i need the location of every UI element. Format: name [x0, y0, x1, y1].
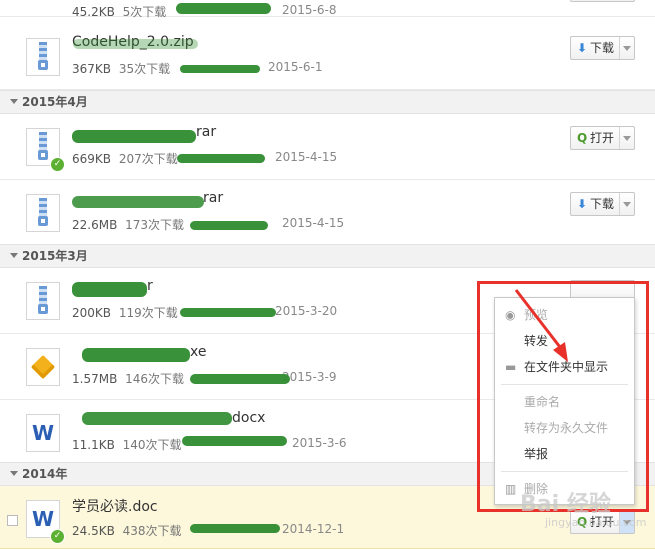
menu-separator [501, 471, 628, 472]
file-meta: 24.5KB 438次下载 2014-12-1 [72, 522, 344, 539]
redaction-mark [180, 308, 276, 317]
folder-icon: ▬ [505, 360, 517, 374]
file-name[interactable]: rar [203, 190, 223, 206]
download-count: 207次下载 [118, 152, 178, 166]
watermark-url: jingyan.baidu.com [545, 516, 647, 529]
file-name[interactable]: docx [232, 410, 265, 426]
group-header-2015-03[interactable]: 2015年3月 [0, 244, 655, 268]
menu-item-report[interactable]: 举报 [495, 442, 634, 466]
zip-file-icon [26, 282, 60, 320]
open-button[interactable]: Q 打开 [570, 126, 635, 150]
file-size: 367KB [72, 62, 112, 76]
menu-item-save-permanent[interactable]: 转存为永久文件 [495, 416, 634, 440]
download-count: 119次下载 [118, 306, 178, 320]
redaction-mark [190, 221, 268, 230]
download-button[interactable]: ⬇ 下载 [570, 36, 635, 60]
menu-item-show-in-folder[interactable]: ▬ 在文件夹中显示 [495, 355, 634, 379]
upload-date: 2015-6-1 [268, 60, 323, 74]
file-size: 11.1KB [72, 438, 115, 452]
file-size: 1.57MB [72, 372, 118, 386]
upload-date: 2015-6-8 [282, 3, 337, 17]
file-meta: 22.6MB 173次下载 2015-4-15 [72, 216, 344, 233]
context-menu: ◉ 预览 转发 ▬ 在文件夹中显示 重命名 转存为永久文件 举报 ▥ 删除 [494, 297, 635, 505]
file-name[interactable]: r [147, 278, 153, 294]
redaction-mark [72, 196, 204, 208]
row-checkbox[interactable] [7, 515, 18, 526]
collapse-triangle-icon[interactable] [10, 99, 18, 104]
download-button[interactable]: ⬇ 下载 [570, 192, 635, 216]
exe-file-icon [26, 348, 60, 386]
file-row[interactable]: 45.2KB 5次下载 2015-6-8 [0, 0, 655, 20]
chevron-down-icon[interactable] [619, 127, 634, 149]
redaction-mark [72, 282, 147, 297]
upload-date: 2015-3-9 [282, 370, 337, 384]
menu-item-preview[interactable]: ◉ 预览 [495, 303, 634, 327]
file-name[interactable]: xe [190, 344, 206, 360]
file-size: 22.6MB [72, 218, 118, 232]
file-size: 200KB [72, 306, 112, 320]
download-arrow-icon: ⬇ [577, 197, 588, 211]
zip-file-icon [26, 38, 60, 76]
file-size: 24.5KB [72, 524, 115, 538]
download-count: 5次下载 [122, 5, 167, 19]
file-meta: 11.1KB 140次下载 2015-3-6 [72, 436, 346, 453]
menu-item-forward[interactable]: 转发 [495, 329, 634, 353]
file-row[interactable]: CodeHelp_2.0.zip 367KB 35次下载 2015-6-1 ⬇ … [0, 24, 655, 90]
watermark-logo: Bai 经验 [520, 492, 611, 517]
eye-icon: ◉ [505, 308, 516, 322]
search-icon: Q [577, 131, 588, 145]
file-size: 669KB [72, 152, 112, 166]
redaction-mark [72, 130, 196, 143]
collapse-triangle-icon[interactable] [10, 471, 18, 476]
redaction-mark [176, 3, 271, 14]
file-meta: 367KB 35次下载 2015-6-1 [72, 60, 322, 77]
file-name[interactable]: rar [196, 124, 216, 140]
file-name[interactable]: 学员必读.doc [72, 496, 158, 516]
synced-check-icon: ✓ [50, 529, 65, 544]
menu-item-rename[interactable]: 重命名 [495, 390, 634, 414]
download-button[interactable] [570, 0, 635, 2]
download-count: 146次下载 [125, 372, 185, 386]
file-meta: 1.57MB 146次下载 2015-3-9 [72, 370, 336, 387]
download-count: 140次下载 [122, 438, 182, 452]
download-count: 438次下载 [122, 524, 182, 538]
file-size: 45.2KB [72, 5, 115, 19]
redaction-mark [182, 436, 287, 446]
file-row[interactable]: ✓ rar 669KB 207次下载 2015-4-15 Q 打开 [0, 114, 655, 180]
redaction-mark [180, 65, 260, 73]
upload-date: 2015-3-20 [275, 304, 338, 318]
zip-file-icon [26, 194, 60, 232]
file-row[interactable]: rar 22.6MB 173次下载 2015-4-15 ⬇ 下载 [0, 180, 655, 246]
chevron-down-icon[interactable] [619, 193, 634, 215]
upload-date: 2015-3-6 [292, 436, 347, 450]
upload-date: 2015-4-15 [275, 150, 338, 164]
file-meta: 200KB 119次下载 2015-3-20 [72, 304, 337, 321]
redaction-mark [82, 348, 190, 362]
synced-check-icon: ✓ [50, 157, 65, 172]
chevron-down-icon[interactable] [619, 37, 634, 59]
upload-date: 2015-4-15 [282, 216, 345, 230]
collapse-triangle-icon[interactable] [10, 253, 18, 258]
word-doc-icon: W [26, 414, 60, 452]
file-meta: 45.2KB 5次下载 2015-6-8 [72, 3, 336, 20]
upload-date: 2014-12-1 [282, 522, 345, 536]
group-header-2015-04[interactable]: 2015年4月 [0, 90, 655, 114]
redaction-mark [190, 374, 290, 384]
download-count: 35次下载 [118, 62, 171, 76]
redaction-mark [82, 412, 232, 425]
redaction-mark [73, 39, 198, 49]
file-meta: 669KB 207次下载 2015-4-15 [72, 150, 337, 167]
download-arrow-icon: ⬇ [577, 41, 588, 55]
menu-separator [501, 384, 628, 385]
redaction-mark [177, 154, 265, 163]
trash-icon: ▥ [505, 482, 517, 496]
redaction-mark [190, 524, 280, 533]
download-count: 173次下载 [125, 218, 185, 232]
